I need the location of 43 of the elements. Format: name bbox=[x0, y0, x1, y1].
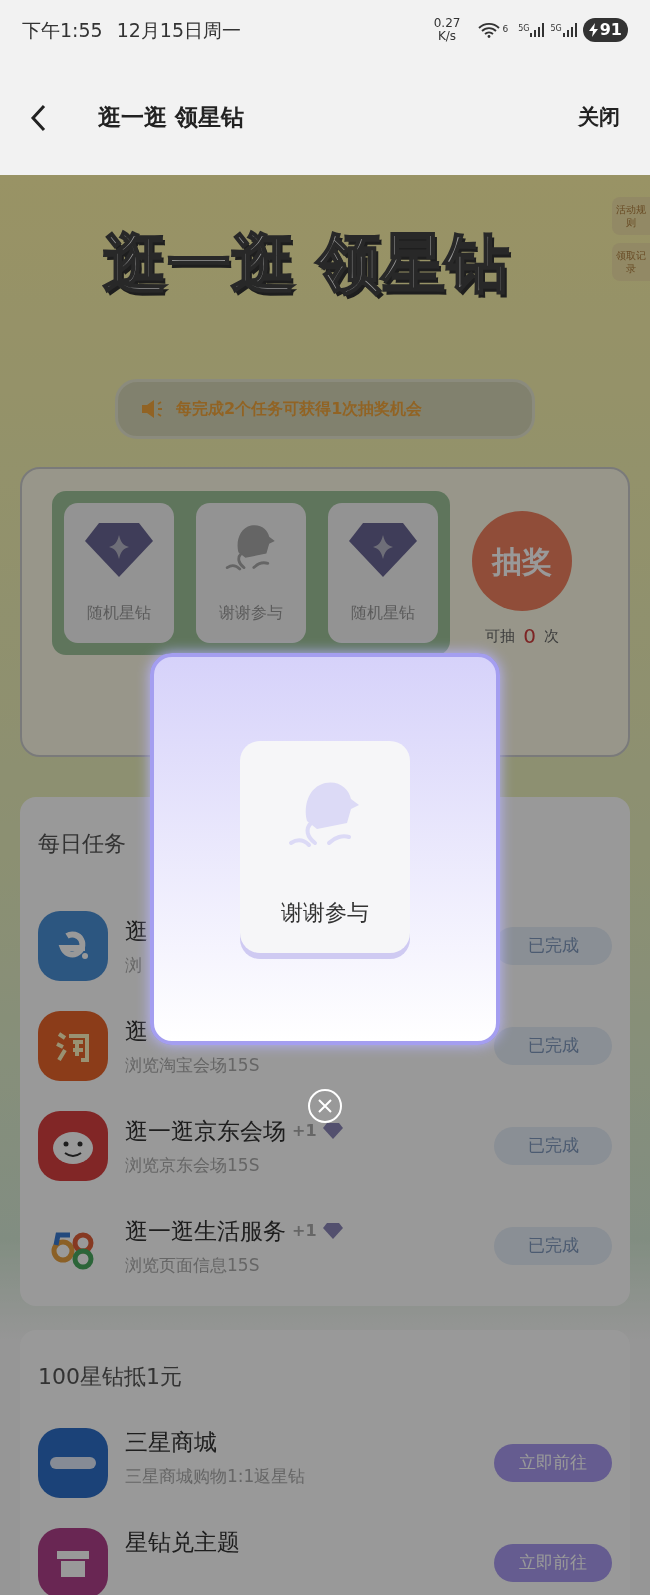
app-icon bbox=[38, 1428, 108, 1498]
chances-unit: 次 bbox=[543, 625, 559, 647]
app-icon bbox=[38, 1111, 108, 1181]
task-title: 三星商城 bbox=[125, 1428, 218, 1457]
section-heading: 每日任务 bbox=[38, 830, 127, 858]
notice-text: 每完成2个任务可获得1次抽奖机会 bbox=[176, 398, 423, 420]
battery-indicator: 91 bbox=[582, 18, 628, 42]
close-link[interactable]: 关闭 bbox=[578, 101, 620, 134]
network-label: 5G bbox=[518, 23, 530, 35]
net-speed-unit: K/s bbox=[437, 30, 457, 43]
task-title: 逛一逛京东会场 bbox=[125, 1117, 286, 1146]
go-button[interactable]: 立即前往 bbox=[494, 1444, 612, 1482]
wifi-level-text: 6 bbox=[502, 23, 509, 37]
page-title: 逛一逛 领星钻 bbox=[98, 103, 244, 133]
task-title: 逛一逛生活服务 bbox=[125, 1217, 286, 1246]
net-speed: 0.27 bbox=[433, 17, 461, 30]
task-title: 逛 bbox=[125, 1017, 148, 1046]
app-icon bbox=[38, 911, 108, 981]
diamond-icon bbox=[322, 1123, 343, 1140]
go-button[interactable]: 立即前往 bbox=[494, 1544, 612, 1582]
app-icon bbox=[38, 1011, 108, 1081]
diamond-icon bbox=[322, 1223, 343, 1240]
task-title: 逛 bbox=[125, 917, 148, 946]
status-time: 下午1:55 bbox=[22, 17, 103, 43]
close-icon[interactable] bbox=[308, 1089, 342, 1123]
wifi-icon bbox=[478, 22, 501, 38]
result-label: 谢谢参与 bbox=[281, 899, 369, 927]
signal-icon bbox=[530, 23, 545, 37]
task-title: 星钻兑主题 bbox=[125, 1528, 240, 1557]
chances-label: 可抽 bbox=[485, 625, 516, 647]
chevron-left-icon bbox=[30, 103, 46, 132]
speaker-icon bbox=[140, 398, 164, 420]
task-status-button[interactable]: 已完成 bbox=[494, 1027, 612, 1065]
chances-count: 0 bbox=[523, 623, 536, 650]
section-heading: 100星钻抵1元 bbox=[38, 1363, 183, 1391]
network-label: 5G bbox=[550, 23, 562, 35]
diamond-icon bbox=[85, 521, 153, 577]
draw-button[interactable]: 抽奖 bbox=[472, 511, 572, 611]
diamond-icon bbox=[349, 521, 417, 577]
signal-icon bbox=[562, 23, 577, 37]
task-status-button[interactable]: 已完成 bbox=[494, 1127, 612, 1165]
task-status-button[interactable]: 已完成 bbox=[494, 1227, 612, 1265]
status-date: 12月15日周一 bbox=[116, 17, 242, 43]
